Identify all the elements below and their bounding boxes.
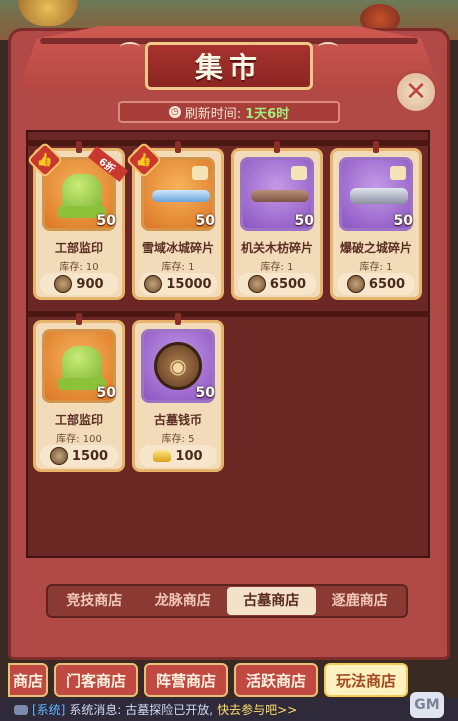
card-pin [76,313,82,325]
shop-item-card[interactable]: 50 爆破之城碎片 库存: 1 6500 [330,141,422,300]
cloud-decoration-icon [120,42,140,52]
item-quantity: 50 [96,213,116,229]
shop-button-faction[interactable]: 阵营商店 [144,663,229,697]
item-name: 雪域冰城碎片 [141,241,214,255]
ticker-tag: [系统] [32,703,66,717]
item-name: 机关木枋碎片 [240,241,313,255]
tab-dragon-shop[interactable]: 龙脉商店 [139,587,228,615]
card-pin [175,141,181,153]
price-button[interactable]: 6500 [337,273,415,295]
item-quantity: 50 [195,385,215,401]
refresh-timer: ◷ 刷新时间: 1天6时 [118,101,340,123]
item-name: 爆破之城碎片 [339,241,412,255]
refresh-value: 1天6时 [245,106,290,122]
card-pin [76,141,82,153]
shelf-divider [26,140,430,146]
item-quantity: 50 [195,213,215,229]
stone-fragment-icon [350,188,408,204]
item-stock: 库存: 100 [56,434,102,445]
refresh-label: 刷新时间: [184,106,242,122]
puzzle-piece-icon [192,166,208,180]
coin-icon [49,447,68,465]
tab-tomb-shop[interactable]: 古墓商店 [227,587,316,615]
card-pin [373,141,379,153]
item-quantity: 50 [96,385,116,401]
price-button[interactable]: 15000 [139,273,217,295]
ticker-link[interactable]: 快去参与吧>> [217,701,297,718]
item-price: 900 [76,276,104,292]
wood-fragment-icon [251,190,309,202]
item-price: 100 [175,448,203,464]
item-price: 6500 [368,276,406,292]
shelf-divider [26,311,430,317]
item-stock: 库存: 1 [359,262,393,273]
puzzle-piece-icon [390,166,406,180]
item-quantity: 50 [294,213,314,229]
shop-category-bar: 商店 门客商店 阵营商店 活跃商店 玩法商店 [0,660,458,700]
price-button[interactable]: 6500 [238,273,316,295]
item-stock: 库存: 10 [59,262,99,273]
coin-icon [346,275,365,293]
item-price: 1500 [71,448,109,464]
shop-item-card[interactable]: 👍 6折 50 工部监印 库存: 10 900 [26,141,129,300]
item-name: 工部监印 [54,413,103,427]
card-pin [175,313,181,325]
system-ticker: [系统] 系统消息: 古墓探险已开放, 快去参与吧>> [0,698,458,721]
sub-shop-tabs: 竞技商店 龙脉商店 古墓商店 逐鹿商店 [46,584,408,618]
shop-button-retainer[interactable]: 门客商店 [54,663,139,697]
item-stock: 库存: 5 [161,434,195,445]
shop-button-gameplay[interactable]: 玩法商店 [324,663,409,697]
item-stock: 库存: 1 [260,262,294,273]
clock-icon: ◷ [168,106,181,118]
price-button[interactable]: 1500 [40,445,118,467]
tab-deer-shop[interactable]: 逐鹿商店 [316,587,405,615]
item-name: 古墓钱币 [153,413,202,427]
price-button[interactable]: 900 [40,273,118,295]
shop-item-card[interactable]: 50 工部监印 库存: 100 1500 [33,313,125,472]
item-stock: 库存: 1 [161,262,195,273]
ticker-text: 系统消息: 古墓探险已开放, [69,703,214,717]
close-button[interactable]: ✕ [394,70,438,114]
ancient-coin-icon: ◉ [154,342,202,390]
shop-item-card[interactable]: 50 机关木枋碎片 库存: 1 6500 [231,141,323,300]
gm-button[interactable]: GM [410,692,444,718]
coin-icon [144,275,163,293]
price-button[interactable]: 100 [139,445,217,467]
item-name: 工部监印 [54,241,103,255]
cloud-decoration-icon [318,42,338,52]
puzzle-piece-icon [291,166,307,180]
title-plaque: 集市 [145,42,313,90]
shop-button-activity[interactable]: 活跃商店 [234,663,319,697]
ice-fragment-icon [152,190,210,202]
item-price: 6500 [269,276,307,292]
shop-item-card[interactable]: ◉ 50 古墓钱币 库存: 5 100 [132,313,224,472]
coin-icon [247,275,266,293]
shop-item-card[interactable]: 👍 50 雪域冰城碎片 库存: 1 15000 [125,141,224,300]
coin-icon [54,275,73,293]
tab-arena-shop[interactable]: 竞技商店 [50,587,139,615]
item-price: 15000 [166,276,212,292]
card-pin [274,141,280,153]
gold-ingot-icon [153,450,172,462]
chat-icon [14,704,28,715]
shop-button-partial[interactable]: 商店 [8,663,48,697]
item-quantity: 50 [393,213,413,229]
page-title: 集市 [194,51,263,84]
close-icon: ✕ [405,77,427,107]
